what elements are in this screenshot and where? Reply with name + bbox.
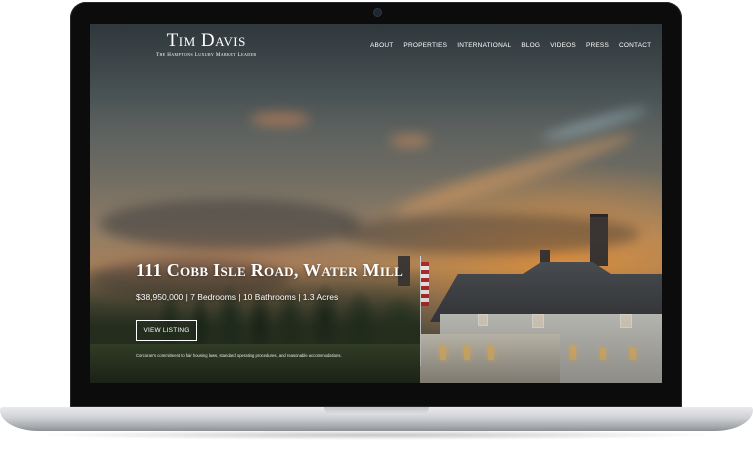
laptop-opening-notch: [324, 407, 429, 415]
browser-viewport: Tim Davis The Hamptons Luxury Market Lea…: [90, 24, 662, 383]
site-logo[interactable]: Tim Davis The Hamptons Luxury Market Lea…: [156, 30, 257, 59]
view-listing-button[interactable]: VIEW LISTING: [136, 320, 197, 341]
main-nav: ABOUT PROPERTIES INTERNATIONAL BLOG VIDE…: [370, 42, 651, 49]
webcam-icon: [374, 9, 381, 16]
nav-item-properties[interactable]: PROPERTIES: [403, 42, 447, 49]
nav-item-blog[interactable]: BLOG: [521, 42, 540, 49]
listing-details: $38,950,000 | 7 Bedrooms | 10 Bathrooms …: [136, 292, 339, 302]
nav-item-videos[interactable]: VIDEOS: [550, 42, 576, 49]
listing-title: 111 Cobb Isle Road, Water Mill: [136, 260, 404, 280]
logo-name: Tim Davis: [166, 30, 246, 51]
nav-item-contact[interactable]: CONTACT: [619, 42, 651, 49]
laptop-shadow: [30, 430, 723, 440]
nav-item-about[interactable]: ABOUT: [370, 42, 393, 49]
nav-item-press[interactable]: PRESS: [586, 42, 609, 49]
fair-housing-caption: Corcoran's commitment to fair housing la…: [136, 353, 342, 358]
nav-item-international[interactable]: INTERNATIONAL: [457, 42, 511, 49]
logo-tagline: The Hamptons Luxury Market Leader: [156, 53, 257, 58]
